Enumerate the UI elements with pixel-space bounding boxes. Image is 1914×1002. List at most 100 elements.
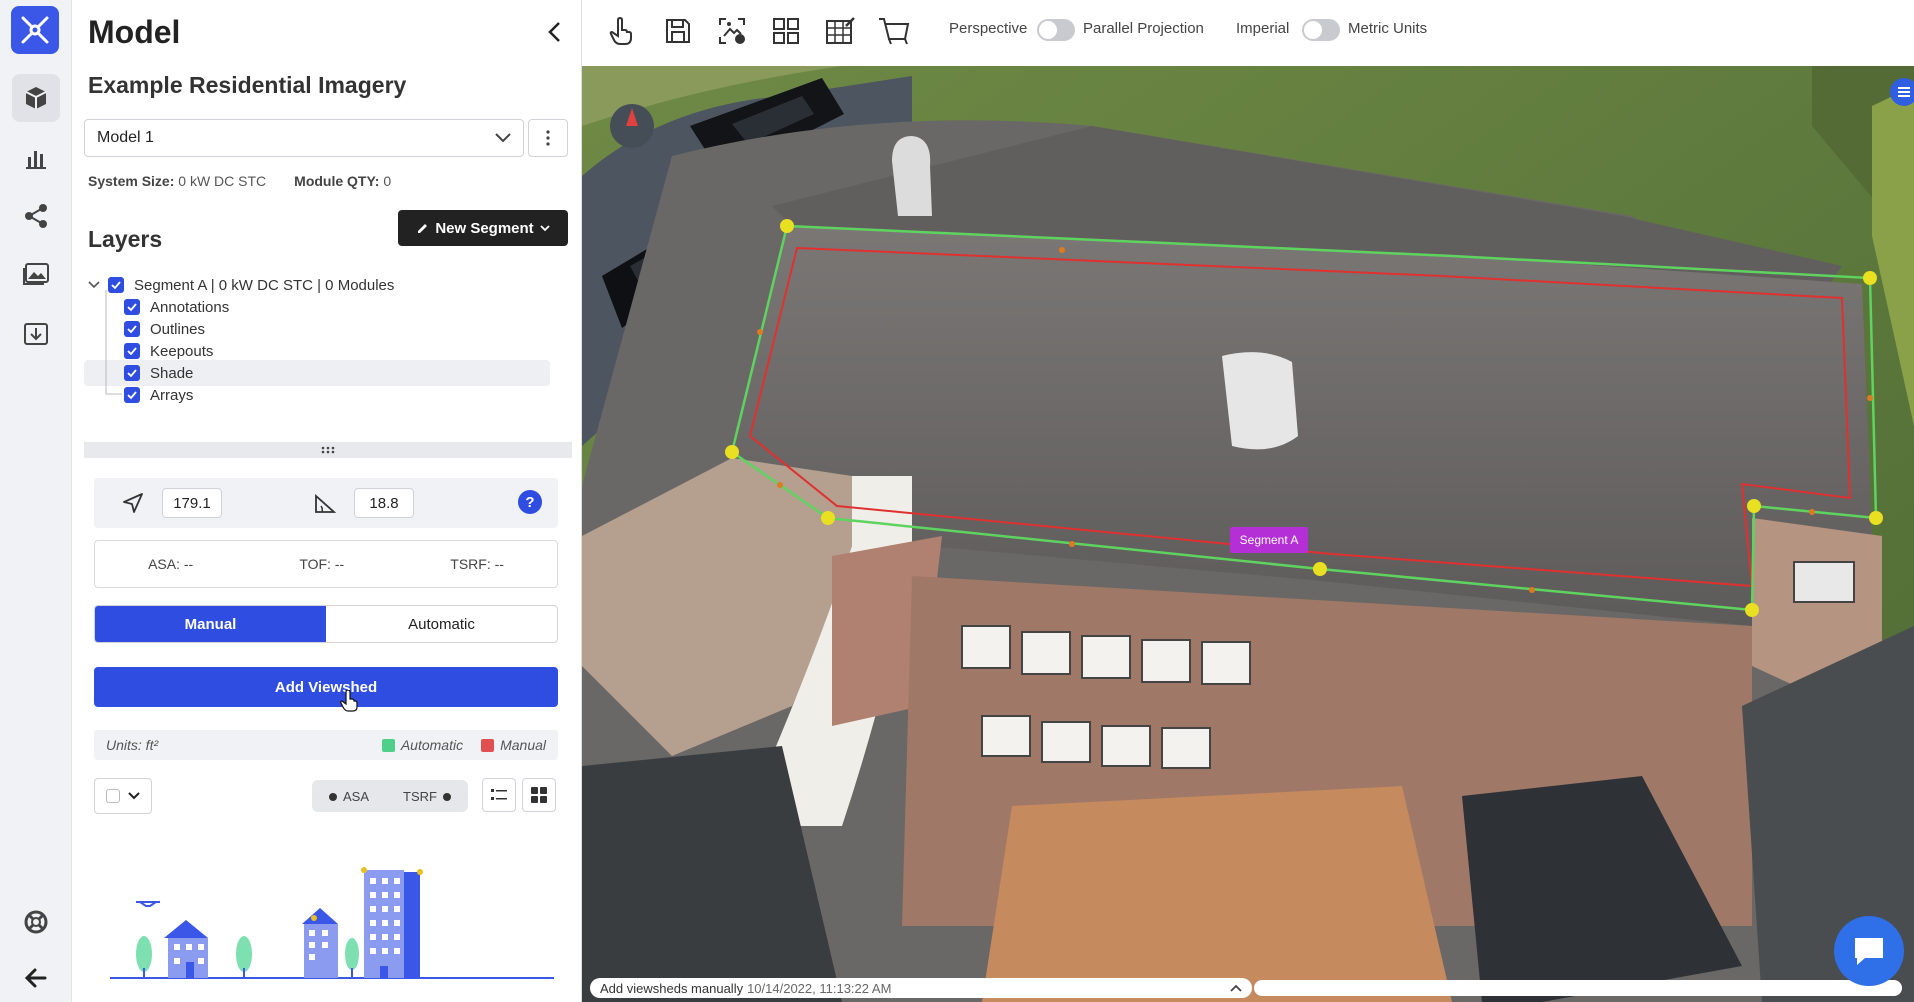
tree-item-label: Shade [150,364,194,382]
rail-analytics-button[interactable] [12,134,60,182]
tof-metric: TOF: -- [299,556,345,572]
checkbox-arrays[interactable] [124,387,140,403]
share-icon [25,204,47,228]
viewshed-mode-toggle: Manual Automatic [94,605,558,643]
rail-import-button[interactable] [12,310,60,358]
perspective-label: Perspective [949,20,1028,37]
grip-icon [321,446,335,454]
system-summary: System Size: 0 kW DC STC Module QTY: 0 [88,173,391,189]
status-bar: Add viewsheds manually 10/14/2022, 11:13… [590,978,1252,998]
add-viewshed-button[interactable]: Add Viewshed [94,667,558,707]
top-toolbar: Perspective Parallel Projection Imperial… [582,0,1914,66]
checkbox-shade[interactable] [124,365,140,381]
model-viewport[interactable]: Segment A Add viewsheds manually 10/14/2… [582,66,1914,1002]
checkbox-annotations[interactable] [124,299,140,315]
layers-heading: Layers [88,226,163,252]
orientation-controls: 179.1 18.8 ? [94,478,558,528]
layout-button[interactable] [766,11,806,51]
edit-grid-button[interactable] [820,11,860,51]
rail-model-button[interactable] [12,74,60,122]
tree-item-label: Arrays [150,386,194,404]
checkbox-keepouts[interactable] [124,343,140,359]
rail-help-button[interactable] [12,898,60,946]
viewport-menu-button[interactable] [1890,78,1914,106]
layers-tree: Segment A | 0 kW DC STC | 0 Modules Anno… [84,272,550,438]
chevron-up-icon[interactable] [1230,984,1242,992]
image-pin-button[interactable] [712,11,752,51]
layout-grid-icon [773,18,799,44]
rail-share-button[interactable] [12,192,60,240]
frame-tool-button[interactable] [874,11,914,51]
rail-images-button[interactable] [12,250,60,298]
checkbox-outlines[interactable] [124,321,140,337]
resize-handle[interactable] [84,442,572,458]
select-all-dropdown[interactable] [94,778,152,814]
bar-chart-icon [26,151,46,169]
system-size-label: System Size: [88,173,175,189]
viewport-hscrollbar[interactable] [1254,980,1902,996]
pan-tool-button[interactable] [602,11,642,51]
units-toggle[interactable] [1302,19,1340,41]
lifebuoy-icon [24,910,48,934]
list-view-button[interactable] [482,778,516,812]
chat-bubble-icon [1855,938,1883,965]
cart-frame-icon [879,18,910,45]
new-segment-label: New Segment [435,219,534,237]
automatic-mode-button[interactable]: Automatic [326,606,557,642]
model-select-value: Model 1 [97,129,154,146]
units-legend-bar: Units: ft² Automatic Manual [94,730,558,760]
app-logo[interactable] [11,6,59,54]
rail-back-button[interactable] [12,954,60,1002]
pitch-input[interactable]: 18.8 [354,488,414,518]
grid-view-button[interactable] [522,778,556,812]
legend-manual-label: Manual [500,737,546,753]
metric-units-label: Metric Units [1348,20,1428,37]
chevron-down-icon [540,224,550,231]
status-text: Add viewsheds manually [600,980,744,996]
arrow-left-icon [24,968,47,988]
save-icon [666,19,690,43]
select-all-checkbox[interactable] [106,789,120,803]
tsrf-metric: TSRF: -- [450,556,504,572]
drone-icon [136,901,160,907]
azimuth-input[interactable]: 179.1 [162,488,222,518]
cube-icon [25,87,47,109]
sort-tsrf[interactable]: TSRF [403,789,451,804]
chevron-down-icon [128,792,140,800]
hand-cursor-icon [340,690,358,712]
edit-grid-icon [826,17,855,44]
module-qty-value: 0 [383,173,392,189]
tree-item-arrays[interactable]: Arrays [124,382,524,408]
list-controls: ASA TSRF [94,778,558,818]
collapse-panel-button[interactable] [538,14,570,50]
list-icon [491,789,507,800]
hamburger-icon [1898,87,1910,97]
tree-item-label: Keepouts [150,342,214,360]
projection-toggle[interactable] [1037,19,1075,41]
segment-label-tag[interactable]: Segment A [1230,527,1308,553]
kebab-icon [546,130,550,146]
chevron-down-icon[interactable] [88,281,100,289]
imperial-label: Imperial [1236,20,1290,37]
chat-support-button[interactable] [1834,916,1904,986]
pitch-icon [315,493,336,513]
hand-pointer-icon [609,16,632,45]
save-button[interactable] [658,11,698,51]
azimuth-icon [123,493,143,513]
empty-state-illustration [110,867,554,979]
new-segment-button[interactable]: New Segment [398,210,568,246]
sort-asa[interactable]: ASA [329,789,369,804]
tree-item-label: Outlines [150,320,206,338]
tree-guide-line [105,290,122,395]
legend-automatic-label: Automatic [400,737,464,753]
image-pin-icon [719,18,745,44]
model-select[interactable]: Model 1 [84,119,524,157]
system-size-value: 0 kW DC STC [178,173,267,189]
model-menu-button[interactable] [528,119,568,157]
image-icon [23,263,49,285]
grid-icon [531,787,547,803]
help-button[interactable]: ? [518,490,542,514]
manual-mode-button[interactable]: Manual [95,606,326,642]
sort-asa-label: ASA [343,788,370,804]
sort-toggle[interactable]: ASA TSRF [312,780,468,812]
